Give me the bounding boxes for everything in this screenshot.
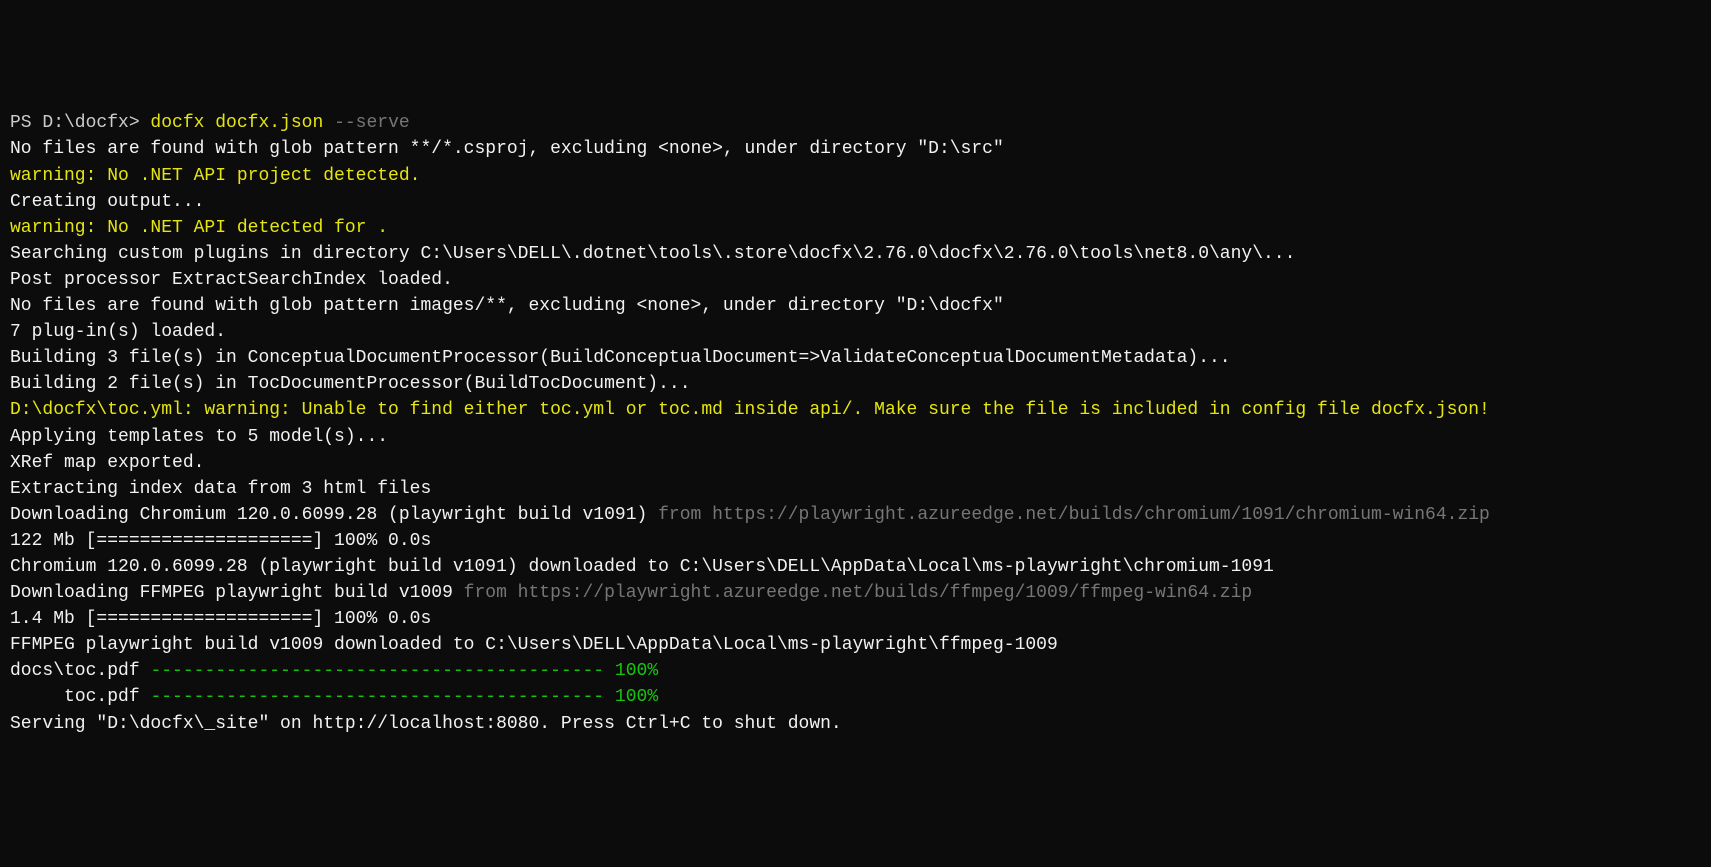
- output-line: No files are found with glob pattern **/…: [10, 136, 1701, 162]
- pdf-progress-line: docs\toc.pdf ---------------------------…: [10, 658, 1701, 684]
- download-url: from https://playwright.azureedge.net/bu…: [647, 505, 1490, 525]
- download-line: Downloading FFMPEG playwright build v100…: [10, 580, 1701, 606]
- warning-line: D:\docfx\toc.yml: warning: Unable to fin…: [10, 397, 1701, 423]
- pdf-label: docs\toc.pdf: [10, 661, 150, 681]
- prompt-prefix: PS: [10, 113, 42, 133]
- pdf-label: toc.pdf: [10, 687, 150, 707]
- output-line: Chromium 120.0.6099.28 (playwright build…: [10, 554, 1701, 580]
- download-prefix: Downloading FFMPEG playwright build v100…: [10, 583, 453, 603]
- command-part1: docfx docfx.json: [140, 113, 324, 133]
- output-line: FFMPEG playwright build v1009 downloaded…: [10, 632, 1701, 658]
- output-line: Searching custom plugins in directory C:…: [10, 241, 1701, 267]
- output-line: Applying templates to 5 model(s)...: [10, 424, 1701, 450]
- pdf-progress-line: toc.pdf --------------------------------…: [10, 684, 1701, 710]
- download-url: from https://playwright.azureedge.net/bu…: [453, 583, 1252, 603]
- download-prefix: Downloading Chromium 120.0.6099.28 (play…: [10, 505, 647, 525]
- command-part2: --serve: [323, 113, 409, 133]
- output-line: 7 plug-in(s) loaded.: [10, 319, 1701, 345]
- download-line: Downloading Chromium 120.0.6099.28 (play…: [10, 502, 1701, 528]
- pdf-progress: ----------------------------------------…: [150, 661, 658, 681]
- output-line: Building 3 file(s) in ConceptualDocument…: [10, 345, 1701, 371]
- output-line: XRef map exported.: [10, 450, 1701, 476]
- prompt-path: D:\docfx>: [42, 113, 139, 133]
- progress-line: 122 Mb [====================] 100% 0.0s: [10, 528, 1701, 554]
- progress-line: 1.4 Mb [====================] 100% 0.0s: [10, 606, 1701, 632]
- prompt-line: PS D:\docfx> docfx docfx.json --serve: [10, 110, 1701, 136]
- output-line: No files are found with glob pattern ima…: [10, 293, 1701, 319]
- warning-line: warning: No .NET API project detected.: [10, 163, 1701, 189]
- serving-line: Serving "D:\docfx\_site" on http://local…: [10, 711, 1701, 737]
- pdf-progress: ----------------------------------------…: [150, 687, 658, 707]
- output-line: Building 2 file(s) in TocDocumentProcess…: [10, 371, 1701, 397]
- warning-line: warning: No .NET API detected for .: [10, 215, 1701, 241]
- output-line: Extracting index data from 3 html files: [10, 476, 1701, 502]
- output-line: Post processor ExtractSearchIndex loaded…: [10, 267, 1701, 293]
- output-line: Creating output...: [10, 189, 1701, 215]
- terminal-output[interactable]: PS D:\docfx> docfx docfx.json --serveNo …: [10, 110, 1701, 736]
